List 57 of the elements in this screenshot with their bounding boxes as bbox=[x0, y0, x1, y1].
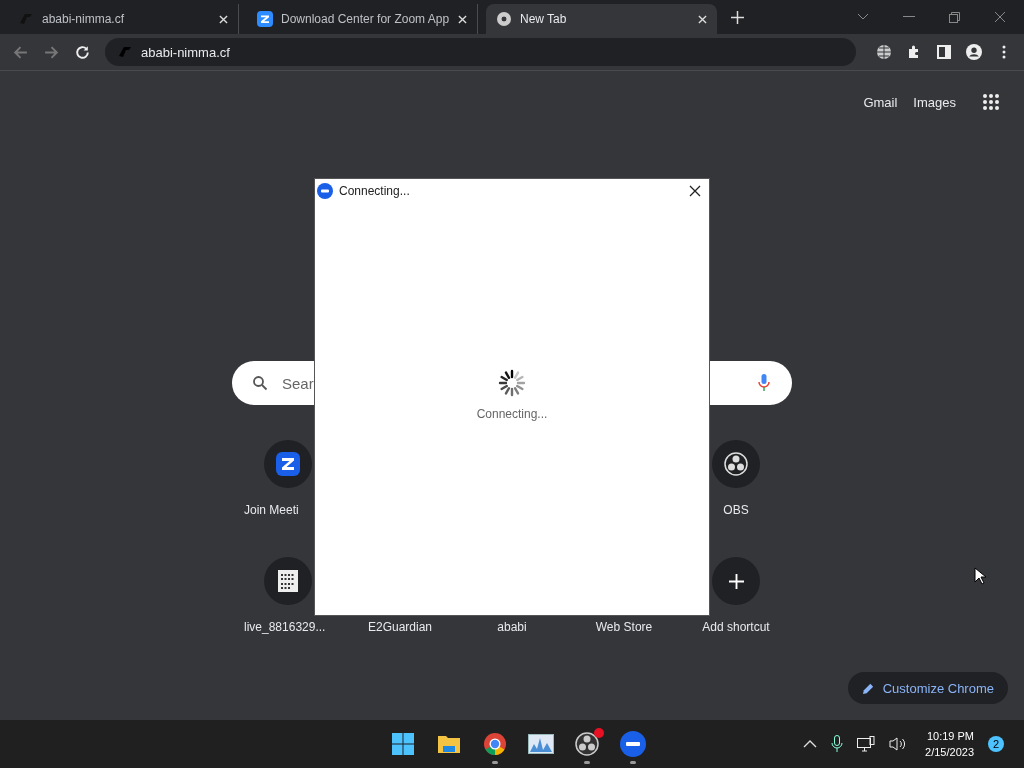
shortcut-label: ababi bbox=[497, 620, 527, 634]
shortcut-tile[interactable]: Add shortcut bbox=[680, 557, 792, 634]
chevron-up-icon[interactable] bbox=[803, 740, 818, 748]
close-tab-icon[interactable] bbox=[458, 14, 467, 24]
speaker-icon[interactable] bbox=[889, 736, 908, 752]
windows-start-icon bbox=[391, 732, 415, 756]
clock-time: 10:19 PM bbox=[926, 729, 974, 744]
shortcut-label: live_8816329... bbox=[244, 620, 326, 634]
browser-tab[interactable]: New Tab bbox=[486, 4, 717, 34]
tab-title: ababi-nimma.cf bbox=[42, 12, 126, 26]
tab-title: Download Center for Zoom App bbox=[281, 12, 450, 26]
browser-tab[interactable]: Download Center for Zoom App bbox=[247, 4, 478, 34]
notification-badge[interactable]: 2 bbox=[988, 736, 1004, 752]
minimize-icon[interactable] bbox=[903, 16, 915, 18]
shortcut-tile[interactable]: Join Meeti bbox=[232, 440, 344, 517]
address-bar[interactable]: ababi-nimma.cf bbox=[105, 38, 856, 66]
mouse-pointer-icon bbox=[974, 567, 986, 585]
reload-icon[interactable] bbox=[74, 43, 91, 61]
shortcut-label: E2Guardian bbox=[367, 620, 432, 634]
close-tab-icon[interactable] bbox=[219, 14, 228, 24]
chrome-icon bbox=[483, 732, 507, 756]
shortcut-tile[interactable]: live_8816329... bbox=[232, 557, 344, 634]
shortcut-label: Web Store bbox=[595, 620, 653, 634]
customize-chrome-button[interactable]: Customize Chrome bbox=[847, 672, 1008, 704]
close-tab-icon[interactable] bbox=[698, 14, 707, 24]
browser-tab[interactable]: ababi-nimma.cf bbox=[8, 4, 239, 34]
header-link[interactable]: Images bbox=[913, 94, 956, 110]
add-icon bbox=[728, 573, 744, 589]
chart-window-icon bbox=[528, 734, 554, 754]
clock[interactable]: 10:19 PM 2/15/2023 bbox=[925, 728, 974, 760]
pencil-icon bbox=[861, 681, 875, 695]
loading-spinner-icon bbox=[496, 367, 528, 399]
side-panel-icon[interactable] bbox=[936, 44, 952, 60]
close-icon[interactable] bbox=[689, 185, 701, 197]
clock-date: 2/15/2023 bbox=[925, 745, 974, 760]
shortcut-label: OBS bbox=[723, 503, 749, 517]
shortcut-label: Add shortcut bbox=[702, 620, 770, 634]
site-favicon-icon bbox=[117, 44, 133, 60]
profile-avatar-icon[interactable] bbox=[966, 44, 982, 60]
apps-grid-icon[interactable] bbox=[982, 93, 1000, 111]
url-text: ababi-nimma.cf bbox=[141, 44, 230, 60]
chevron-down-icon[interactable] bbox=[857, 13, 869, 21]
globe-icon[interactable] bbox=[876, 44, 892, 60]
zoom-favicon-icon bbox=[257, 11, 273, 27]
search-placeholder: Sear bbox=[282, 374, 314, 392]
network-icon[interactable] bbox=[857, 736, 876, 752]
status-text: Connecting... bbox=[476, 407, 548, 421]
zoom-logo-icon bbox=[276, 452, 300, 476]
microphone-icon[interactable] bbox=[831, 735, 844, 753]
shortcut-tile[interactable]: OBS bbox=[680, 440, 792, 517]
restore-icon[interactable] bbox=[949, 11, 960, 23]
new-tab-icon[interactable] bbox=[731, 10, 744, 24]
tab-title: New Tab bbox=[520, 12, 568, 26]
search-icon bbox=[252, 375, 268, 391]
header-link[interactable]: Gmail bbox=[863, 94, 898, 110]
shortcut-label: Join Meeti bbox=[244, 503, 299, 517]
dialog-title: Connecting... bbox=[339, 184, 410, 198]
